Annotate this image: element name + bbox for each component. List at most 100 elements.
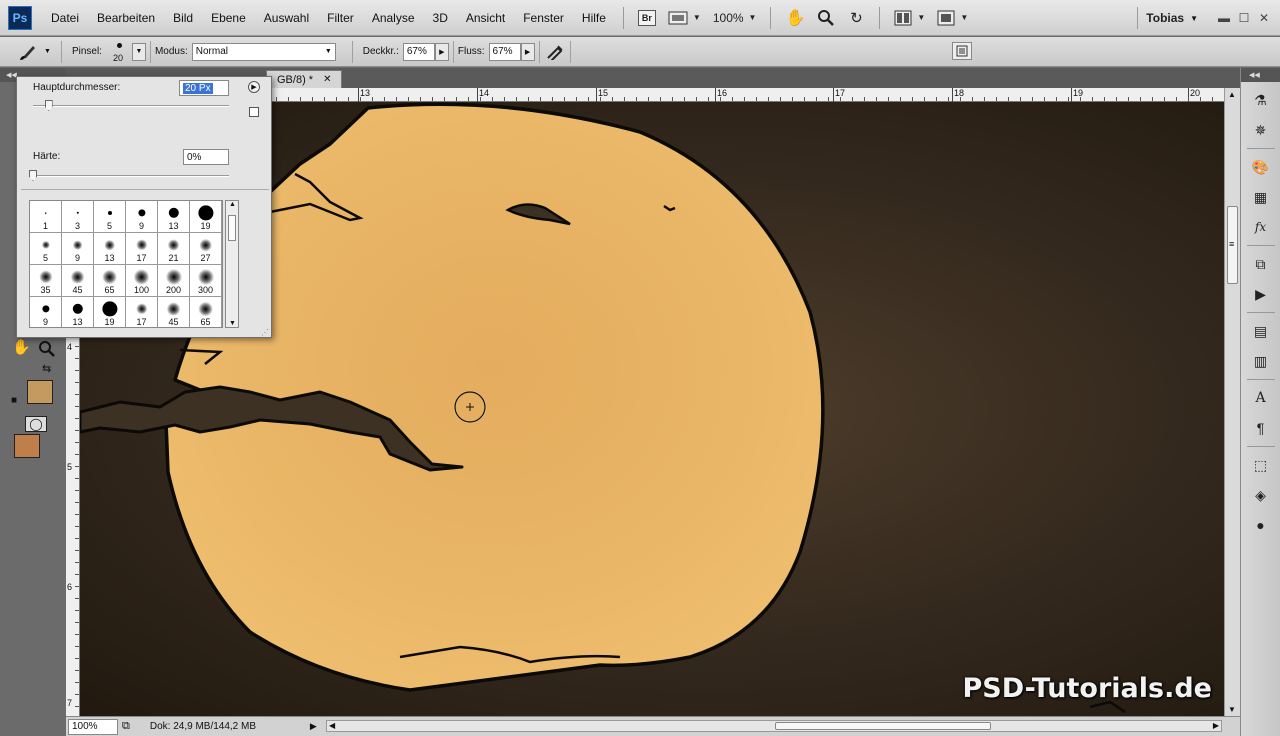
navigator-icon[interactable]: ✵ — [1249, 118, 1273, 142]
transform-3d-icon[interactable]: ⬚ — [1249, 453, 1273, 477]
brush-preset-item[interactable]: 45 — [62, 265, 94, 297]
document-tab[interactable]: GB/8) * ✕ — [266, 70, 343, 88]
brush-preset-item[interactable]: 5 — [94, 201, 126, 233]
new-preset-icon[interactable] — [249, 107, 259, 117]
menu-item-hilfe[interactable]: Hilfe — [573, 11, 615, 25]
zoom-input[interactable]: 100% — [68, 718, 118, 735]
brush-preset-item[interactable]: 19 — [94, 297, 126, 327]
brush-preset-item[interactable]: 13 — [62, 297, 94, 327]
horizontal-scroll-thumb[interactable] — [775, 722, 991, 730]
swap-colors-icon[interactable]: ⇆ — [42, 362, 51, 375]
character-icon[interactable]: A — [1249, 386, 1273, 410]
scroll-up-icon[interactable]: ▲ — [1228, 90, 1236, 99]
foreground-color-swatch[interactable] — [14, 434, 40, 458]
animation-icon[interactable]: ▤ — [1249, 319, 1273, 343]
brush-preset-item[interactable]: 9 — [126, 201, 158, 233]
hardness-slider-thumb[interactable] — [29, 170, 37, 181]
brush-preset-item[interactable]: 9 — [62, 233, 94, 265]
timeline-icon[interactable]: ▥ — [1249, 349, 1273, 373]
menu-item-fenster[interactable]: Fenster — [514, 11, 573, 25]
scroll-down-icon[interactable]: ▼ — [1228, 705, 1236, 714]
paragraph-icon[interactable]: ¶ — [1249, 416, 1273, 440]
diameter-slider-track[interactable] — [33, 105, 229, 107]
scroll-up-icon[interactable]: ▲ — [229, 201, 236, 208]
default-colors-icon[interactable]: ■ — [11, 395, 17, 406]
panel-menu-icon[interactable]: ▶ — [248, 81, 260, 93]
brush-preset-item[interactable]: 17 — [126, 233, 158, 265]
diameter-input[interactable]: 20 Px — [179, 80, 229, 96]
brush-preset-item[interactable]: 27 — [190, 233, 222, 265]
preset-scrollbar[interactable]: ▲ ▼ — [225, 200, 239, 328]
brush-panel-toggle[interactable] — [952, 42, 972, 60]
scroll-left-icon[interactable]: ◀ — [329, 721, 335, 730]
brush-preset-item[interactable]: 21 — [158, 233, 190, 265]
layers-icon[interactable]: ◈ — [1249, 483, 1273, 507]
chevron-right-icon[interactable]: ▶ — [310, 721, 317, 732]
vertical-scroll-thumb[interactable]: ≡ — [1227, 206, 1238, 284]
clone-source-icon[interactable]: ⚗ — [1249, 88, 1273, 112]
export-icon[interactable]: ⧉ — [122, 720, 130, 733]
brush-picker-dropdown[interactable]: ▼ — [131, 42, 146, 61]
opacity-input[interactable]: 67% — [402, 42, 435, 61]
close-icon[interactable]: ✕ — [323, 74, 331, 85]
brush-preset-item[interactable]: 300 — [190, 265, 222, 297]
brush-preset-item[interactable]: 13 — [94, 233, 126, 265]
brush-preset-item[interactable]: 19 — [190, 201, 222, 233]
horizontal-scrollbar[interactable]: ◀ ▶ — [326, 720, 1222, 732]
minimize-icon[interactable]: ▬ — [1214, 11, 1234, 25]
user-name[interactable]: Tobias — [1146, 11, 1184, 25]
airbrush-toggle[interactable] — [544, 42, 566, 62]
brush-preset-item[interactable]: 9 — [30, 297, 62, 327]
maximize-icon[interactable]: ☐ — [1234, 11, 1254, 25]
zoom-tool-button[interactable] — [814, 7, 838, 29]
close-icon[interactable]: ✕ — [1254, 11, 1274, 25]
brush-preset-item[interactable]: 3 — [62, 201, 94, 233]
menu-item-3d[interactable]: 3D — [424, 11, 457, 25]
styles-fx-icon[interactable]: fx — [1249, 215, 1273, 239]
adjustments-icon[interactable]: ⧉ — [1249, 252, 1273, 276]
zoom-level-dropdown[interactable]: 100% ▼ — [710, 7, 760, 29]
quick-mask-button[interactable]: ◯ — [25, 416, 47, 432]
flow-input[interactable]: 67% — [488, 42, 521, 61]
rotate-view-button[interactable]: ↻ — [844, 7, 868, 29]
brush-preset-item[interactable]: 1 — [30, 201, 62, 233]
color-palette-icon[interactable]: 🎨 — [1249, 155, 1273, 179]
scroll-right-icon[interactable]: ▶ — [1213, 721, 1219, 730]
menu-item-bearbeiten[interactable]: Bearbeiten — [88, 11, 164, 25]
diameter-slider-thumb[interactable] — [44, 100, 53, 111]
hardness-input[interactable]: 0% — [183, 149, 229, 165]
brush-preset-item[interactable]: 13 — [158, 201, 190, 233]
vertical-scrollbar[interactable]: ▲ ≡ ▼ — [1224, 88, 1240, 716]
panel-dock-header[interactable]: ◀◀ — [1241, 68, 1280, 82]
screen-mode-button[interactable]: ▼ — [934, 7, 971, 29]
brush-preset-item[interactable]: 5 — [30, 233, 62, 265]
actions-icon[interactable]: ▶ — [1249, 282, 1273, 306]
swatches-icon[interactable]: ▦ — [1249, 185, 1273, 209]
brush-picker[interactable]: 20 — [106, 38, 132, 66]
preset-scroll-thumb[interactable] — [228, 215, 236, 241]
menu-item-ansicht[interactable]: Ansicht — [457, 11, 514, 25]
brush-preset-item[interactable]: 65 — [94, 265, 126, 297]
menu-item-analyse[interactable]: Analyse — [363, 11, 424, 25]
menu-item-datei[interactable]: Datei — [42, 11, 88, 25]
brush-preset-item[interactable]: 65 — [190, 297, 222, 327]
hardness-slider-track[interactable] — [33, 175, 229, 177]
mode-select[interactable]: Normal ▼ — [191, 42, 336, 61]
menu-item-auswahl[interactable]: Auswahl — [255, 11, 318, 25]
arrange-documents-button[interactable]: ▼ — [891, 7, 928, 29]
bridge-button[interactable]: Br — [635, 7, 659, 29]
menu-item-ebene[interactable]: Ebene — [202, 11, 255, 25]
opacity-slider-button[interactable]: ▶ — [434, 42, 449, 61]
channels-icon[interactable]: ● — [1249, 513, 1273, 537]
resize-grip-icon[interactable]: ⋰ — [261, 328, 269, 337]
scroll-down-icon[interactable]: ▼ — [229, 320, 236, 327]
view-extras-button[interactable]: ▼ — [665, 7, 704, 29]
menu-item-filter[interactable]: Filter — [318, 11, 363, 25]
brush-preset-item[interactable]: 200 — [158, 265, 190, 297]
zoom-tool-icon[interactable] — [38, 340, 56, 358]
brush-preset-item[interactable]: 35 — [30, 265, 62, 297]
brush-preset-item[interactable]: 17 — [126, 297, 158, 327]
background-color-swatch[interactable] — [27, 380, 53, 404]
hand-tool-button[interactable]: ✋ — [782, 7, 808, 29]
document-info[interactable]: Dok: 24,9 MB/144,2 MB — [150, 721, 310, 732]
